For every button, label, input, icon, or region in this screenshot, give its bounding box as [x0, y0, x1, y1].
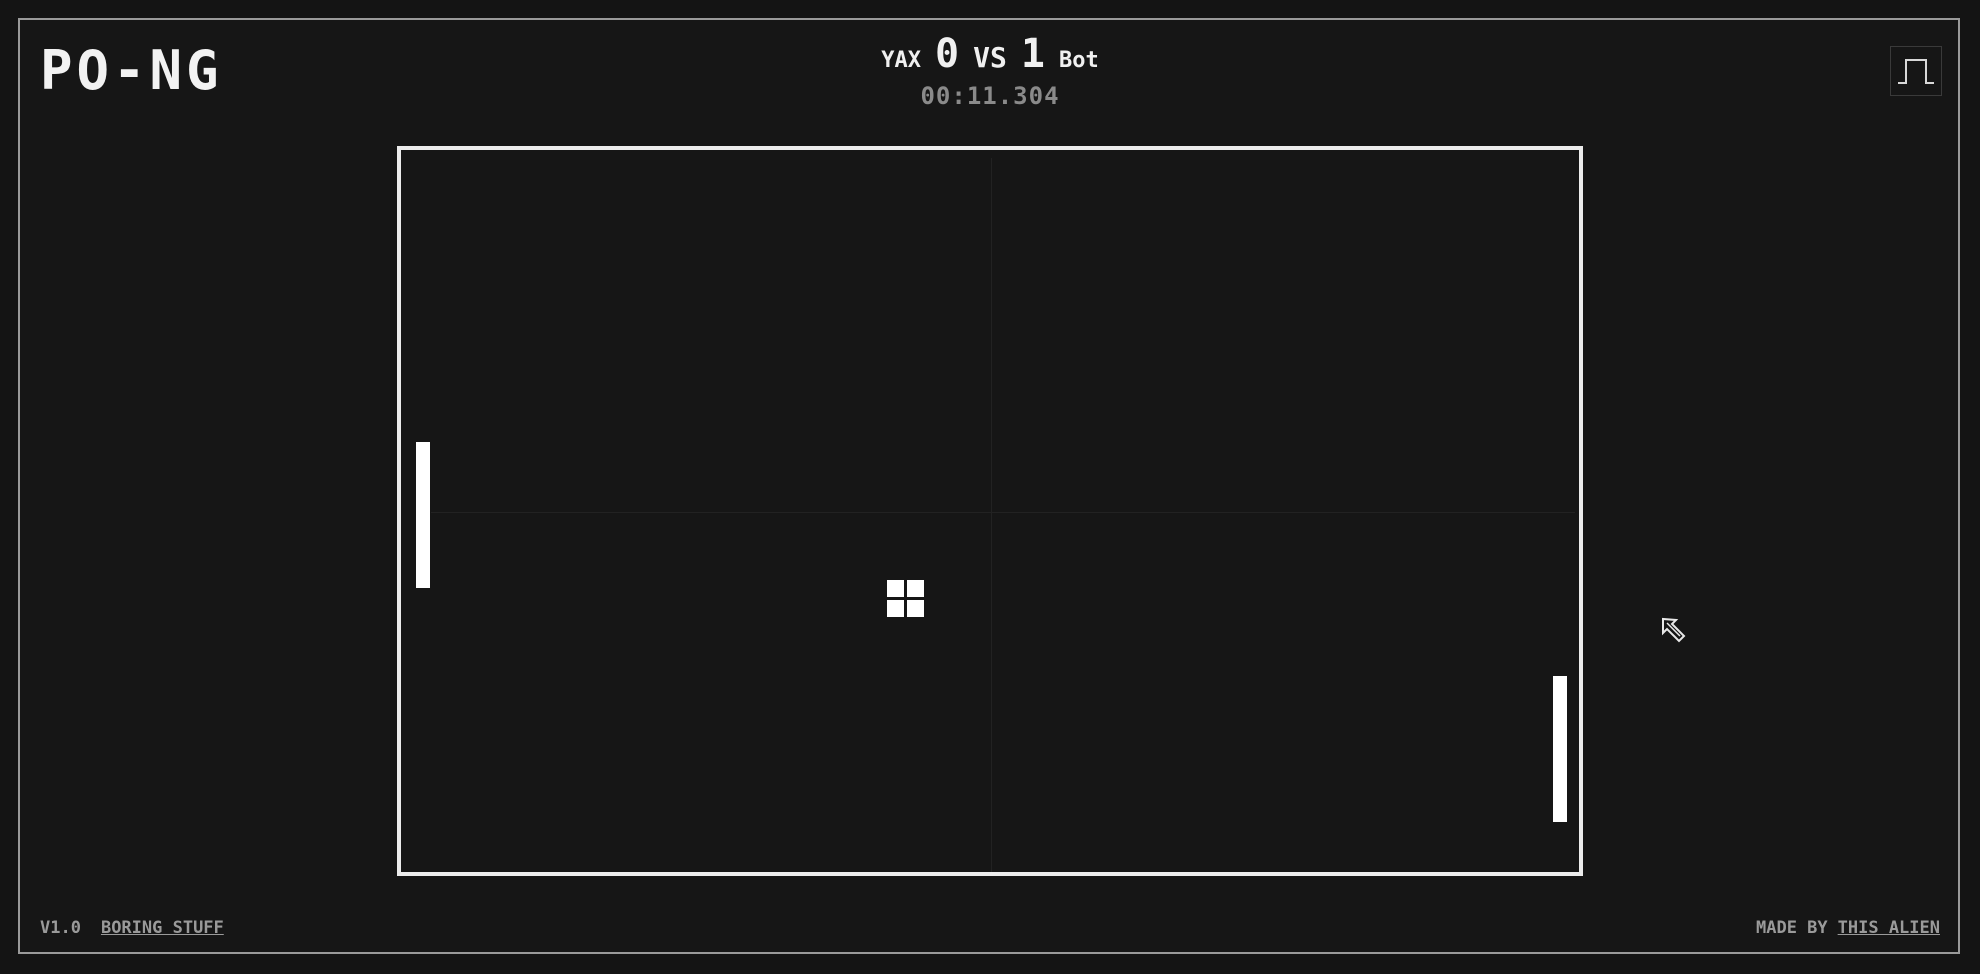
mouse-cursor-icon — [1662, 617, 1686, 643]
player2-score: 1 — [1020, 31, 1045, 77]
footer-right: MADE BY THIS ALIEN — [1756, 920, 1940, 937]
scoreboard: YAX 0 VS 1 Bot 00:11.304 — [0, 34, 1980, 108]
bot-paddle — [1553, 676, 1567, 822]
score-row: YAX 0 VS 1 Bot — [881, 34, 1098, 74]
player2-name: Bot — [1058, 48, 1099, 73]
center-line-vertical — [991, 158, 992, 872]
ball — [887, 580, 924, 617]
game-court[interactable] — [397, 146, 1583, 876]
player-paddle — [416, 442, 430, 588]
player1-name: YAX — [881, 48, 922, 73]
version-label: V1.0 — [40, 918, 81, 938]
player1-score: 0 — [935, 31, 960, 77]
author-link[interactable]: THIS ALIEN — [1838, 920, 1940, 937]
center-line-horizontal — [431, 512, 1575, 513]
vs-label: VS — [973, 41, 1007, 74]
match-timer: 00:11.304 — [920, 82, 1060, 110]
square-wave-icon — [1898, 59, 1934, 84]
made-by-label: MADE BY — [1755, 918, 1828, 938]
sound-toggle-button[interactable] — [1890, 46, 1942, 96]
boring-stuff-link[interactable]: BORING STUFF — [101, 920, 224, 937]
footer-left: V1.0 BORING STUFF — [40, 920, 224, 937]
